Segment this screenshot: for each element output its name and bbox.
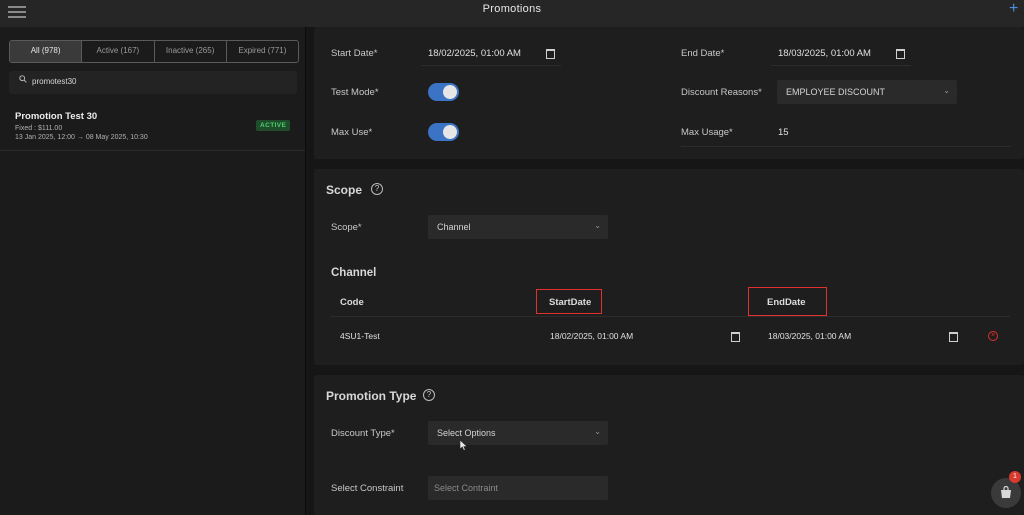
end-date-field[interactable]: 18/03/2025, 01:00 AM <box>771 40 911 64</box>
discount-type-select[interactable]: Select Options ⌄ <box>428 421 608 445</box>
end-date-value: 18/03/2025, 01:00 AM <box>778 48 871 59</box>
promotion-name: Promotion Test 30 <box>15 111 98 122</box>
table-row: 4SU1-Test 18/02/2025, 01:00 AM 18/03/202… <box>330 321 1010 349</box>
mouse-cursor-icon <box>460 440 468 451</box>
max-use-toggle[interactable] <box>428 123 459 141</box>
constraint-label: Select Constraint <box>331 483 404 494</box>
discount-type-label: Discount Type* <box>331 428 395 439</box>
channel-code: 4SU1-Test <box>340 331 380 341</box>
scope-value: Channel <box>437 222 471 232</box>
discount-reasons-value: EMPLOYEE DISCOUNT <box>786 87 886 97</box>
promotion-list-panel <box>0 27 306 515</box>
help-icon[interactable]: ? <box>423 389 435 401</box>
channel-start-date[interactable]: 18/02/2025, 01:00 AM <box>550 331 633 341</box>
test-mode-label: Test Mode* <box>331 87 379 98</box>
chevron-down-icon: ⌄ <box>594 221 601 230</box>
start-date-label: Start Date* <box>331 48 378 59</box>
max-usage-value[interactable]: 15 <box>778 127 789 138</box>
divider <box>771 65 911 66</box>
promotion-type-line: Fixed : $111.00 <box>15 125 63 132</box>
divider <box>681 146 1011 147</box>
shopping-bag-icon <box>1001 486 1011 498</box>
calendar-icon[interactable] <box>949 332 958 342</box>
max-usage-label: Max Usage* <box>681 127 733 138</box>
start-date-value: 18/02/2025, 01:00 AM <box>428 48 521 59</box>
tab-expired[interactable]: Expired (771) <box>227 41 298 62</box>
highlight-box: StartDate <box>536 289 602 314</box>
discount-type-placeholder: Select Options <box>437 428 496 438</box>
promotion-date-line: 13 Jan 2025, 12:00 → 08 May 2025, 10:30 <box>15 134 148 141</box>
plus-icon[interactable]: + <box>1009 0 1018 18</box>
tab-active[interactable]: Active (167) <box>82 41 155 62</box>
tab-inactive[interactable]: Inactive (265) <box>155 41 227 62</box>
channel-title: Channel <box>331 267 377 279</box>
column-header-code: Code <box>340 297 364 308</box>
page-title: Promotions <box>482 3 542 15</box>
help-icon[interactable]: ? <box>371 183 383 195</box>
calendar-icon[interactable] <box>546 49 555 59</box>
chevron-down-icon: ⌄ <box>943 86 950 95</box>
max-use-label: Max Use* <box>331 127 373 138</box>
scope-select[interactable]: Channel ⌄ <box>428 215 608 239</box>
cart-count-badge: 1 <box>1009 471 1021 483</box>
search-value: promotest30 <box>32 77 77 86</box>
status-badge: ACTIVE <box>256 120 291 131</box>
scope-title: Scope <box>326 183 363 197</box>
start-date-field[interactable]: 18/02/2025, 01:00 AM <box>421 40 561 64</box>
highlight-box: EndDate <box>748 287 827 316</box>
divider <box>421 65 561 66</box>
end-date-label: End Date* <box>681 48 725 59</box>
promotion-type-card <box>314 375 1024 515</box>
column-header-startdate: StartDate <box>549 297 592 308</box>
scope-label: Scope* <box>331 222 362 233</box>
list-item[interactable]: Promotion Test 30 Fixed : $111.00 13 Jan… <box>0 107 305 151</box>
divider <box>330 316 1010 317</box>
calendar-icon[interactable] <box>896 49 905 59</box>
remove-icon[interactable]: × <box>988 331 998 341</box>
calendar-icon[interactable] <box>731 332 740 342</box>
search-icon <box>19 75 27 83</box>
chevron-down-icon: ⌄ <box>594 427 601 436</box>
channel-end-date[interactable]: 18/03/2025, 01:00 AM <box>768 331 851 341</box>
tab-all[interactable]: All (978) <box>10 41 83 62</box>
filter-tabs: All (978) Active (167) Inactive (265) Ex… <box>9 40 299 63</box>
promotion-type-title: Promotion Type <box>326 389 417 403</box>
discount-reasons-select[interactable]: EMPLOYEE DISCOUNT ⌄ <box>777 80 957 104</box>
constraint-placeholder: Select Contraint <box>434 483 499 493</box>
column-header-enddate: EndDate <box>767 297 806 308</box>
constraint-input[interactable]: Select Contraint <box>428 476 608 500</box>
test-mode-toggle[interactable] <box>428 83 459 101</box>
search-input[interactable]: promotest30 <box>9 71 297 94</box>
discount-reasons-label: Discount Reasons* <box>681 87 762 98</box>
